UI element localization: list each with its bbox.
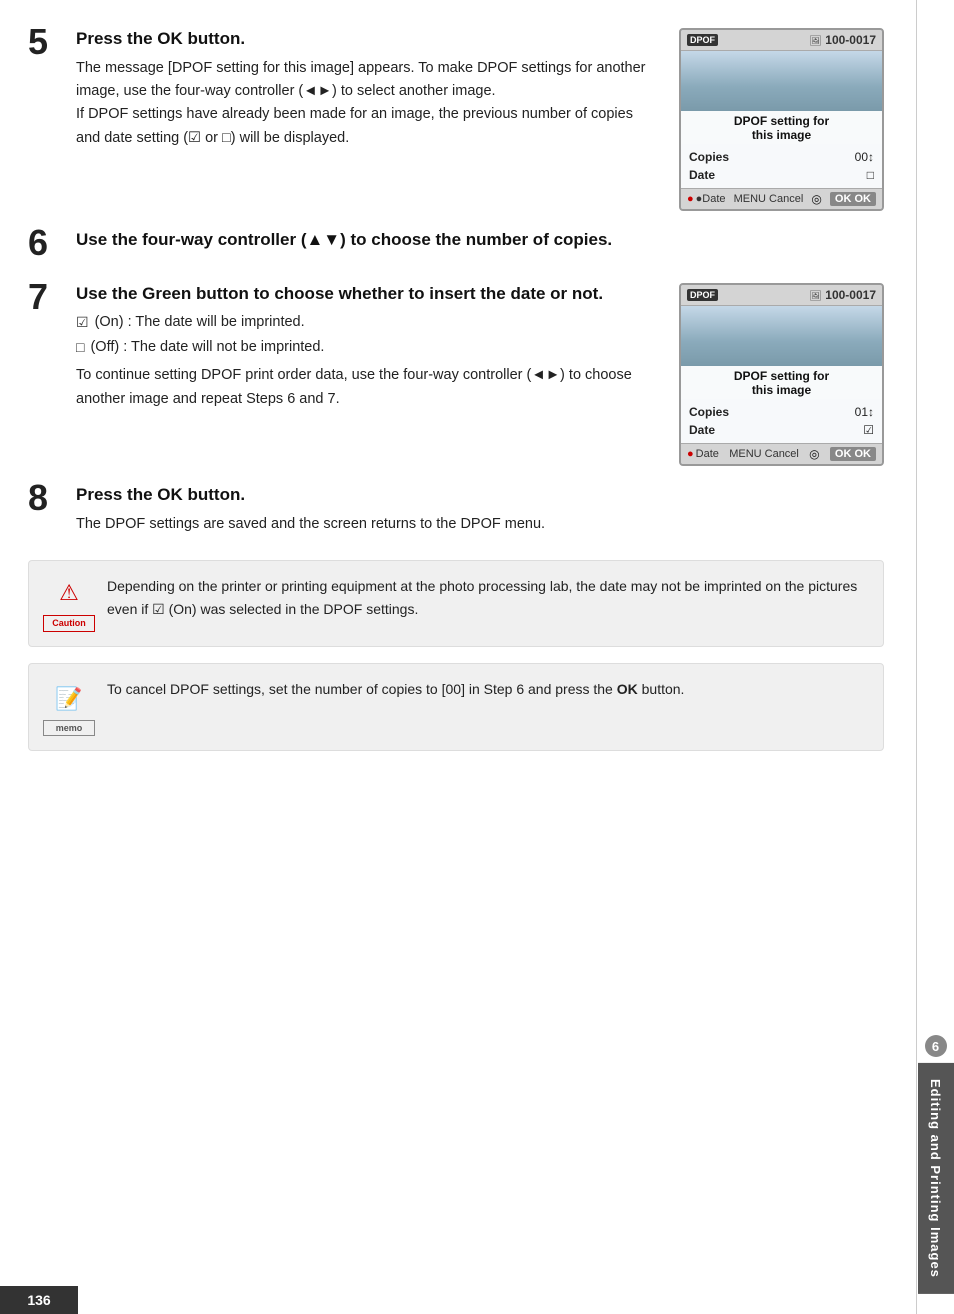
step-5-number: 5 [28,24,76,60]
page-number-bar: 136 [0,1286,78,1314]
caution-text: Depending on the printer or printing equ… [107,575,867,620]
camera-screen-2: DPOF 🖼 100-0017 DPOF setting for this im… [679,283,884,466]
cs2-file-info: 🖼 100-0017 [809,288,876,302]
cs1-overlay-title: DPOF setting for this image [681,111,882,144]
caution-icon [43,575,95,617]
cs2-bottom-bar: ●Date MENU Cancel ◎ OK OK [681,443,882,464]
cs1-copies-value: 00↕ [855,150,874,164]
cs2-copies-row: Copies 01↕ [689,403,874,421]
step-7-content: Use the Green button to choose whether t… [76,283,884,466]
cs2-overlay-title: DPOF setting for this image [681,366,882,399]
cs1-bottom-bar: ●●Date MENU Cancel ◎ OK OK [681,188,882,209]
memo-label: memo [43,720,95,736]
sidebar-label: Editing and Printing Images [928,1079,943,1278]
cs2-date-label: Date [689,423,715,437]
camera-screen-1: DPOF 🖼 100-0017 DPOF setting for this im… [679,28,884,211]
step-7-item1: ☑ (On) : The date will be imprinted. [76,312,661,334]
main-content: 5 Press the OK button. The message [DPOF… [0,0,916,1314]
step-5-title: Press the OK button. [76,28,661,51]
step-5-image: DPOF 🖼 100-0017 DPOF setting for this im… [679,28,884,211]
cs1-top-bar: DPOF 🖼 100-0017 [681,30,882,51]
step-5-content: Press the OK button. The message [DPOF s… [76,28,884,211]
cs1-file-info: 🖼 100-0017 [809,33,876,47]
cs2-file-icon: 🖼 [809,291,822,302]
step-8: 8 Press the OK button. The DPOF settings… [28,484,884,536]
cs1-date-row: Date □ [689,166,874,184]
step-6-number: 6 [28,225,76,261]
sidebar: 6 Editing and Printing Images [916,0,954,1314]
caution-label: Caution [43,615,95,631]
cs1-ok-label: OK OK [830,192,876,206]
step-8-body: The DPOF settings are saved and the scre… [76,513,884,536]
cs2-menu-cancel: MENU Cancel [729,448,799,460]
step-6: 6 Use the four-way controller (▲▼) to ch… [28,229,884,261]
memo-icon [43,678,95,720]
step-8-title: Press the OK button. [76,484,884,507]
memo-text: To cancel DPOF settings, set the number … [107,678,684,700]
memo-note: memo To cancel DPOF settings, set the nu… [28,663,884,751]
sidebar-tab: Editing and Printing Images [918,1063,954,1294]
cs1-date-value: □ [867,168,874,182]
cs1-controls: Copies 00↕ Date □ [681,144,882,188]
sidebar-chapter-number: 6 [925,1035,947,1057]
cs2-date-value: ☑ [863,423,874,437]
cs2-date-row: Date ☑ [689,421,874,439]
cs2-top-bar: DPOF 🖼 100-0017 [681,285,882,306]
cs2-controls: Copies 01↕ Date ☑ [681,399,882,443]
step-6-title: Use the four-way controller (▲▼) to choo… [76,229,884,252]
memo-icon-container: memo [43,678,95,736]
cs1-file-number: 100-0017 [825,33,876,47]
cs2-nav-icon: ◎ [809,447,819,461]
cs2-copies-label: Copies [689,405,729,419]
step-7-text: Use the Green button to choose whether t… [76,283,661,411]
checkbox-off-icon: □ [76,337,84,358]
cs2-image-area [681,306,882,366]
step-7-item2-label: (Off) : The date will not be imprinted. [90,337,324,359]
cs2-date-bottom: ●Date [687,448,719,460]
step-7-item2: □ (Off) : The date will not be imprinted… [76,337,661,359]
step-6-content: Use the four-way controller (▲▼) to choo… [76,229,884,258]
step-7-row: Use the Green button to choose whether t… [76,283,884,466]
step-8-number: 8 [28,480,76,516]
cs1-copies-label: Copies [689,150,729,164]
step-7-title: Use the Green button to choose whether t… [76,283,661,306]
step-8-content: Press the OK button. The DPOF settings a… [76,484,884,536]
step-7-item1-label: (On) : The date will be imprinted. [95,312,305,334]
caution-icon-container: Caution [43,575,95,631]
cs1-date-label: Date [689,168,715,182]
step-5: 5 Press the OK button. The message [DPOF… [28,28,884,211]
step-7-body: ☑ (On) : The date will be imprinted. □ (… [76,312,661,411]
step-7-number: 7 [28,279,76,315]
step-5-body: The message [DPOF setting for this image… [76,57,661,150]
step-5-row: Press the OK button. The message [DPOF s… [76,28,884,211]
page-number: 136 [27,1292,50,1308]
cs2-file-number: 100-0017 [825,288,876,302]
checkbox-on-icon: ☑ [76,312,89,333]
cs1-nav-icon: ◎ [811,192,821,206]
cs1-date-bottom: ●●Date [687,193,726,205]
cs1-menu-cancel: MENU Cancel [734,193,804,205]
cs2-dpof-icon: DPOF [687,289,718,301]
cs2-copies-value: 01↕ [855,405,874,419]
caution-note: Caution Depending on the printer or prin… [28,560,884,646]
step-7: 7 Use the Green button to choose whether… [28,283,884,466]
step-7-body2: To continue setting DPOF print order dat… [76,364,661,410]
cs1-dpof-icon: DPOF [687,34,718,46]
cs1-file-icon: 🖼 [809,36,822,47]
step-5-text: Press the OK button. The message [DPOF s… [76,28,661,150]
cs1-copies-row: Copies 00↕ [689,148,874,166]
cs2-ok-label: OK OK [830,447,876,461]
step-7-image: DPOF 🖼 100-0017 DPOF setting for this im… [679,283,884,466]
cs1-image-area [681,51,882,111]
